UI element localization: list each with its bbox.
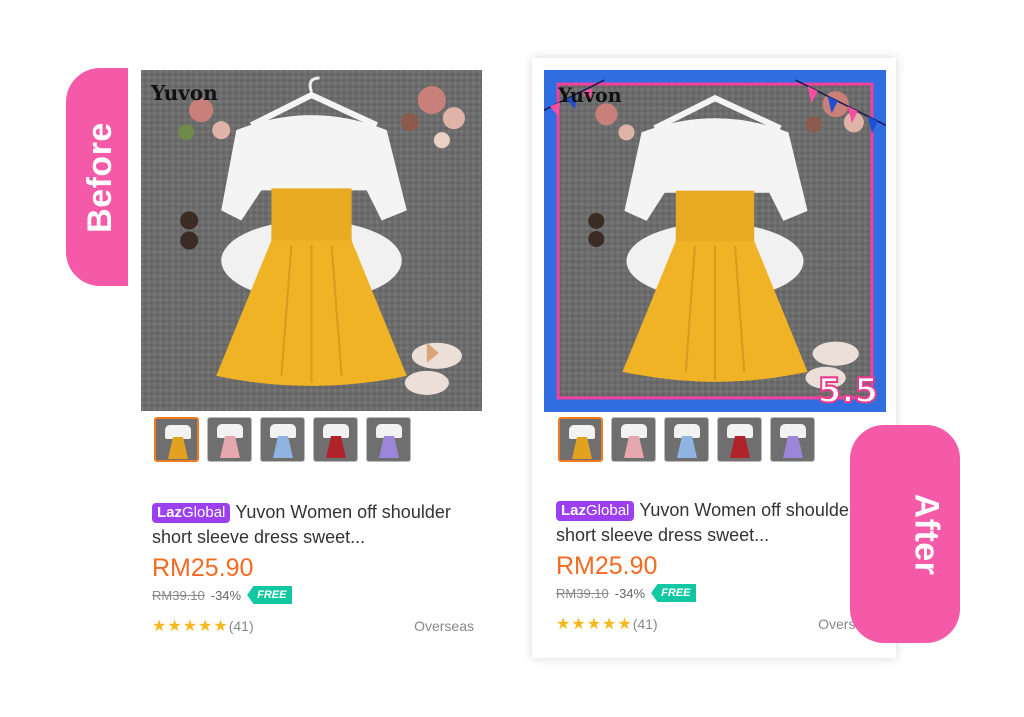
rating-stars: ★★★★★ xyxy=(152,616,229,636)
thumbnail-skirt xyxy=(783,436,803,458)
rating-row: ★★★★★ (41) Overseas xyxy=(556,614,878,634)
thumbnail-top xyxy=(674,424,700,438)
dress-photo-with-frame: Yuvon 5.5 xyxy=(544,70,886,412)
star-icon: ★ xyxy=(182,618,198,635)
price: RM25.90 xyxy=(152,554,254,582)
review-count: (41) xyxy=(632,616,658,632)
star-icon: ★ xyxy=(152,618,167,635)
thumbnail-yellow[interactable] xyxy=(558,417,603,462)
thumbnail-blue[interactable] xyxy=(664,417,709,462)
thumbnail-red[interactable] xyxy=(717,417,762,462)
price-details: RM39.10 -34% FREE xyxy=(152,586,293,604)
review-count: (41) xyxy=(228,618,254,634)
dress-photo: Yuvon xyxy=(141,70,482,411)
thumbnail-top xyxy=(780,424,806,438)
thumbnail-top xyxy=(217,424,243,438)
thumbnail-skirt xyxy=(220,436,240,458)
promo-badge: 5.5 xyxy=(818,371,879,411)
thumbnail-skirt xyxy=(273,436,293,458)
product-card-before[interactable]: Yuvon LazGlobal Yuvon Women off shoulder … xyxy=(128,60,496,650)
original-price: RM39.10 xyxy=(556,585,609,601)
thumbnail-strip xyxy=(154,417,411,462)
rating-row: ★★★★★ (41) Overseas xyxy=(152,616,474,636)
brand-watermark: Yuvon xyxy=(557,84,622,107)
product-card-after[interactable]: Yuvon 5.5 LazGlobal Yuvon Women off shoul… xyxy=(532,58,896,658)
product-image[interactable]: Yuvon 5.5 xyxy=(544,70,886,412)
thumbnail-skirt xyxy=(379,436,399,458)
star-icon: ★ xyxy=(556,616,571,633)
thumbnail-top xyxy=(376,424,402,438)
after-label-tab: After xyxy=(850,425,960,643)
lazglobal-badge: LazGlobal xyxy=(152,503,231,523)
thumbnail-blue[interactable] xyxy=(260,417,305,462)
original-price: RM39.10 xyxy=(152,587,205,603)
thumbnail-purple[interactable] xyxy=(366,417,411,462)
star-icon: ★ xyxy=(571,616,586,633)
price-details: RM39.10 -34% FREE xyxy=(556,584,697,602)
rating-stars: ★★★★★ xyxy=(556,614,633,634)
location: Overseas xyxy=(414,618,474,634)
star-icon: ★ xyxy=(586,616,602,633)
thumbnail-pink[interactable] xyxy=(207,417,252,462)
lazglobal-badge: LazGlobal xyxy=(556,501,635,521)
star-icon: ★ xyxy=(167,618,182,635)
thumbnail-red[interactable] xyxy=(313,417,358,462)
star-icon: ★ xyxy=(198,618,213,635)
thumbnail-purple[interactable] xyxy=(770,417,815,462)
thumbnail-top xyxy=(270,424,296,438)
star-icon: ★ xyxy=(617,616,632,633)
thumbnail-yellow[interactable] xyxy=(154,417,199,462)
discount: -34% xyxy=(614,585,646,601)
brand-watermark: Yuvon xyxy=(150,81,218,105)
thumbnail-skirt xyxy=(326,436,346,458)
discount: -34% xyxy=(210,587,242,603)
free-shipping-tag: FREE xyxy=(247,586,293,604)
thumbnail-strip xyxy=(558,417,815,462)
thumbnail-top xyxy=(569,425,595,439)
thumbnail-skirt xyxy=(572,437,592,459)
thumbnail-skirt xyxy=(168,437,188,459)
thumbnail-skirt xyxy=(624,436,644,458)
thumbnail-top xyxy=(165,425,191,439)
thumbnail-pink[interactable] xyxy=(611,417,656,462)
free-shipping-tag: FREE xyxy=(651,584,697,602)
product-image[interactable]: Yuvon xyxy=(141,70,482,411)
thumbnail-top xyxy=(621,424,647,438)
product-title[interactable]: LazGlobal Yuvon Women off shoulder short … xyxy=(152,500,472,550)
thumbnail-skirt xyxy=(730,436,750,458)
star-icon: ★ xyxy=(213,618,228,635)
thumbnail-top xyxy=(323,424,349,438)
thumbnail-top xyxy=(727,424,753,438)
price: RM25.90 xyxy=(556,552,658,580)
product-title[interactable]: LazGlobal Yuvon Women off shoulder short … xyxy=(556,498,876,548)
thumbnail-skirt xyxy=(677,436,697,458)
after-label: After xyxy=(907,493,946,575)
star-icon: ★ xyxy=(602,616,617,633)
before-label: Before xyxy=(80,121,119,233)
